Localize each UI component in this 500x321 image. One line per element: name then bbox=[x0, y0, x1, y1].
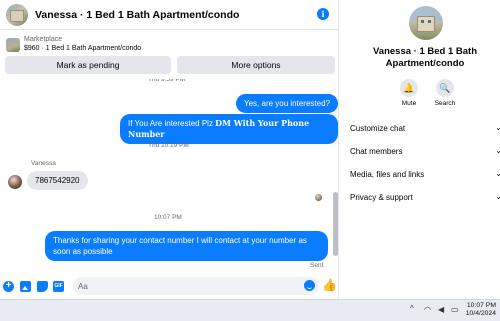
clock-time: 10:07 PM bbox=[466, 302, 496, 309]
menu-label: Chat members bbox=[350, 147, 403, 156]
chevron-down-icon: ⌄ bbox=[495, 192, 500, 201]
chevron-down-icon: ⌄ bbox=[495, 169, 500, 178]
header-avatar[interactable] bbox=[6, 3, 28, 26]
info-icon[interactable]: i bbox=[317, 8, 329, 20]
search-label[interactable]: Search bbox=[430, 100, 460, 107]
menu-media-files-links[interactable]: Media, files and links ⌄ bbox=[350, 169, 500, 179]
plus-icon[interactable]: + bbox=[3, 281, 14, 292]
timestamp: 10:07 PM bbox=[154, 214, 182, 221]
menu-label: Customize chat bbox=[350, 124, 406, 133]
chat-title[interactable]: Vanessa · 1 Bed 1 Bath Apartment/condo bbox=[35, 9, 239, 21]
menu-customize-chat[interactable]: Customize chat ⌄ bbox=[350, 123, 500, 133]
message-input[interactable] bbox=[73, 277, 319, 295]
outgoing-message[interactable]: Thanks for sharing your contact number I… bbox=[45, 231, 328, 261]
chat-panel: Vanessa · 1 Bed 1 Bath Apartment/condo i… bbox=[0, 0, 339, 299]
sender-avatar[interactable] bbox=[8, 175, 22, 189]
message-status: Sent bbox=[310, 262, 324, 269]
speaker-icon[interactable]: ◀ bbox=[438, 305, 444, 314]
window-shape bbox=[421, 20, 424, 23]
clock-date: 10/4/2024 bbox=[465, 310, 496, 317]
incoming-message[interactable]: 7867542920 bbox=[27, 171, 88, 190]
more-options-button[interactable]: More options bbox=[177, 56, 335, 74]
scrollbar-thumb[interactable] bbox=[333, 192, 338, 256]
listing-summary[interactable]: $960 · 1 Bed 1 Bath Apartment/condo bbox=[24, 45, 141, 52]
timestamp-partial: Thu 9:59 PM bbox=[148, 76, 186, 83]
mute-label[interactable]: Mute bbox=[394, 100, 424, 107]
bell-icon[interactable]: 🔔 bbox=[400, 79, 418, 97]
gif-icon[interactable]: GIF bbox=[53, 281, 64, 292]
chevron-down-icon: ⌄ bbox=[495, 123, 500, 132]
seen-avatar bbox=[315, 194, 322, 201]
listing-thumbnail[interactable] bbox=[6, 38, 20, 52]
marketplace-label: Marketplace bbox=[24, 36, 63, 43]
thumbs-up-icon[interactable]: 👍 bbox=[322, 278, 337, 292]
menu-label: Privacy & support bbox=[350, 193, 413, 202]
message-text: If You Are interested Plz bbox=[128, 119, 216, 128]
profile-avatar[interactable] bbox=[409, 6, 443, 40]
menu-label: Media, files and links bbox=[350, 170, 425, 179]
building-image bbox=[417, 16, 435, 32]
scrollbar[interactable] bbox=[333, 80, 338, 260]
menu-chat-members[interactable]: Chat members ⌄ bbox=[350, 146, 500, 156]
building-image bbox=[10, 9, 24, 22]
mark-as-pending-button[interactable]: Mark as pending bbox=[5, 56, 171, 74]
chevron-up-icon[interactable]: ^ bbox=[410, 304, 414, 313]
battery-icon[interactable]: ▭ bbox=[451, 305, 459, 314]
taskbar-clock[interactable]: 10:07 PM 10/4/2024 bbox=[464, 302, 496, 318]
conversation-info-panel: Vanessa · 1 Bed 1 Bath Apartment/condo 🔔… bbox=[340, 0, 500, 299]
wifi-icon[interactable]: ◠ bbox=[424, 305, 431, 314]
profile-title: Vanessa · 1 Bed 1 Bath Apartment/condo bbox=[372, 46, 478, 69]
timestamp: Thu 10:19 PM bbox=[148, 142, 189, 149]
emoji-icon[interactable] bbox=[304, 280, 315, 291]
outgoing-message[interactable]: If You Are interested Plz DM With Your P… bbox=[120, 114, 338, 144]
outgoing-message[interactable]: Yes, are you interested? bbox=[236, 94, 338, 113]
sticker-icon[interactable] bbox=[37, 281, 48, 292]
sender-name: Vanessa bbox=[31, 160, 56, 167]
image-icon[interactable] bbox=[20, 281, 31, 292]
chevron-down-icon: ⌄ bbox=[495, 146, 500, 155]
window-shape bbox=[428, 20, 431, 23]
menu-privacy-support[interactable]: Privacy & support ⌄ bbox=[350, 192, 500, 202]
search-icon[interactable]: 🔍 bbox=[436, 79, 454, 97]
chat-header: Vanessa · 1 Bed 1 Bath Apartment/condo i bbox=[0, 0, 339, 30]
